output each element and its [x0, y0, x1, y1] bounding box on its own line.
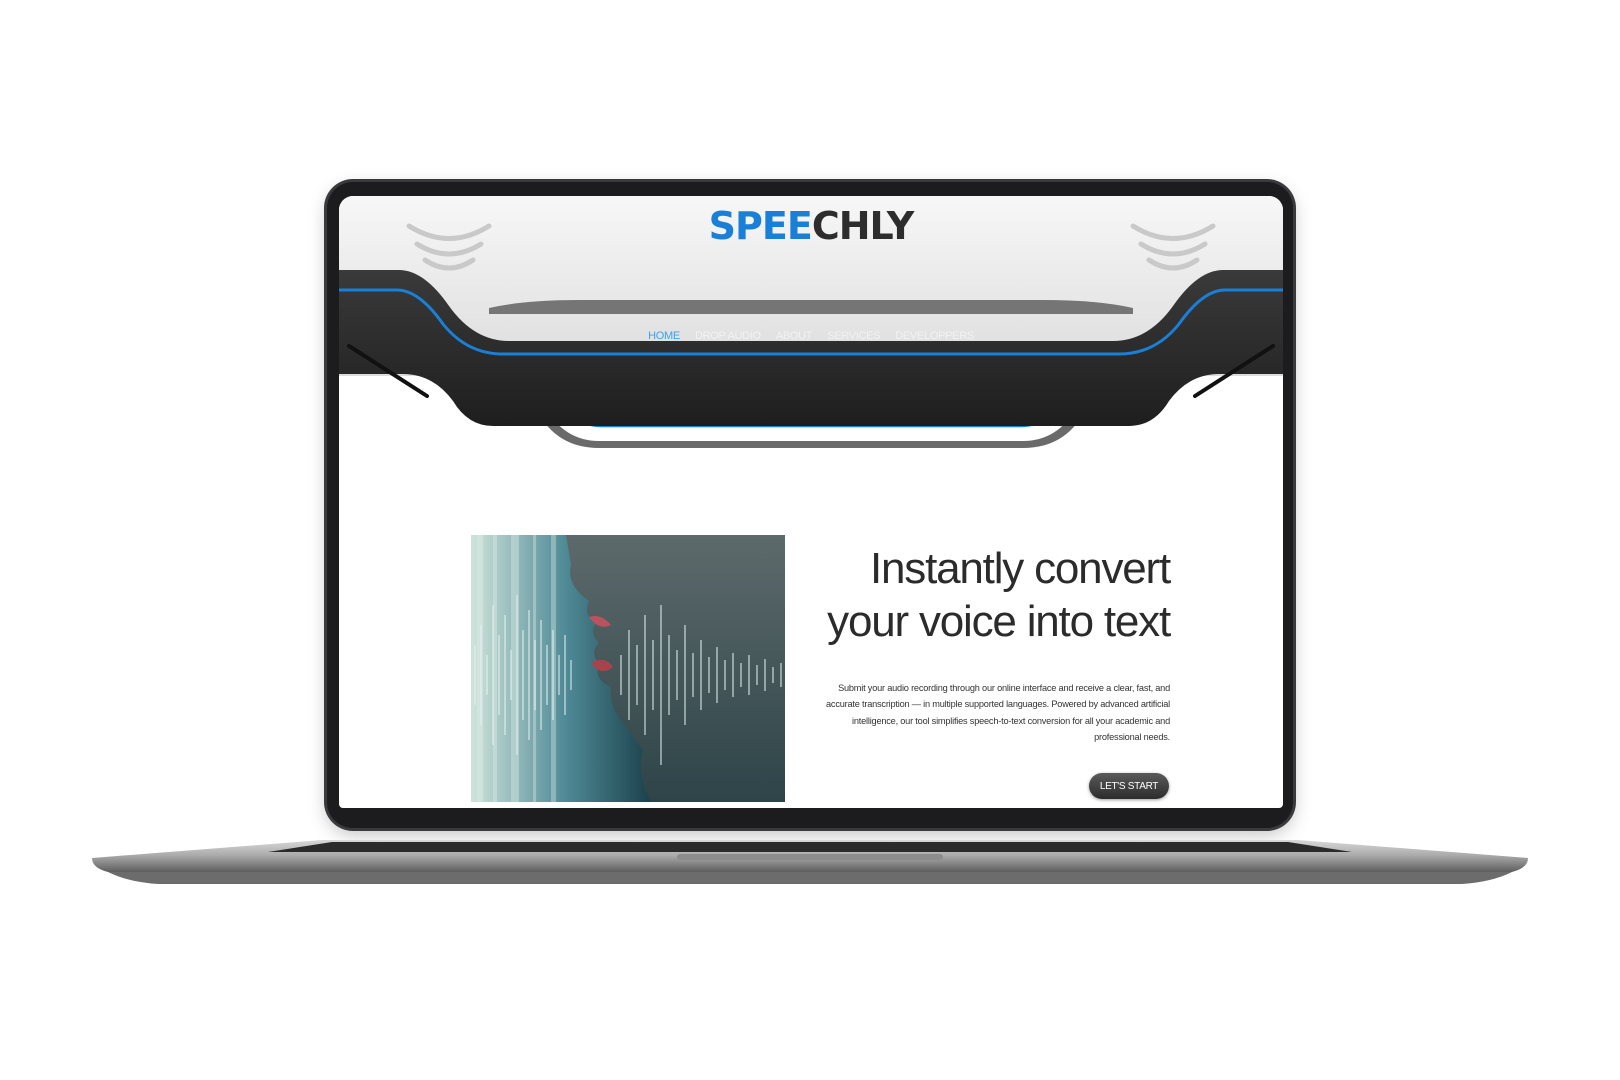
logo-part-blue: SPEE — [708, 204, 813, 248]
site-logo[interactable]: SPEECHLY — [339, 204, 1283, 248]
nav-drop-audio[interactable]: DROP AUDIO — [695, 330, 761, 342]
laptop-base — [92, 840, 1528, 884]
main-nav: HOME DROP AUDIO ABOUT SERVICES DEVELOPPE… — [339, 330, 1283, 342]
voice-waveform-image — [471, 535, 785, 802]
nav-home[interactable]: HOME — [648, 330, 680, 342]
nav-about[interactable]: ABOUT — [776, 330, 813, 342]
hero-title: Instantly convert your voice into text — [827, 544, 1171, 646]
hero-description: Submit your audio recording through our … — [826, 683, 1170, 743]
nav-services[interactable]: SERVICES — [827, 330, 880, 342]
lets-start-button[interactable]: LET'S START — [1089, 773, 1169, 799]
browser-viewport: SPEECHLY HOME DROP AUDIO ABOUT SERVICES … — [339, 196, 1283, 808]
nav-developpers[interactable]: DEVELOPPERS — [895, 330, 974, 342]
logo-part-dark: CHLY — [811, 204, 915, 248]
